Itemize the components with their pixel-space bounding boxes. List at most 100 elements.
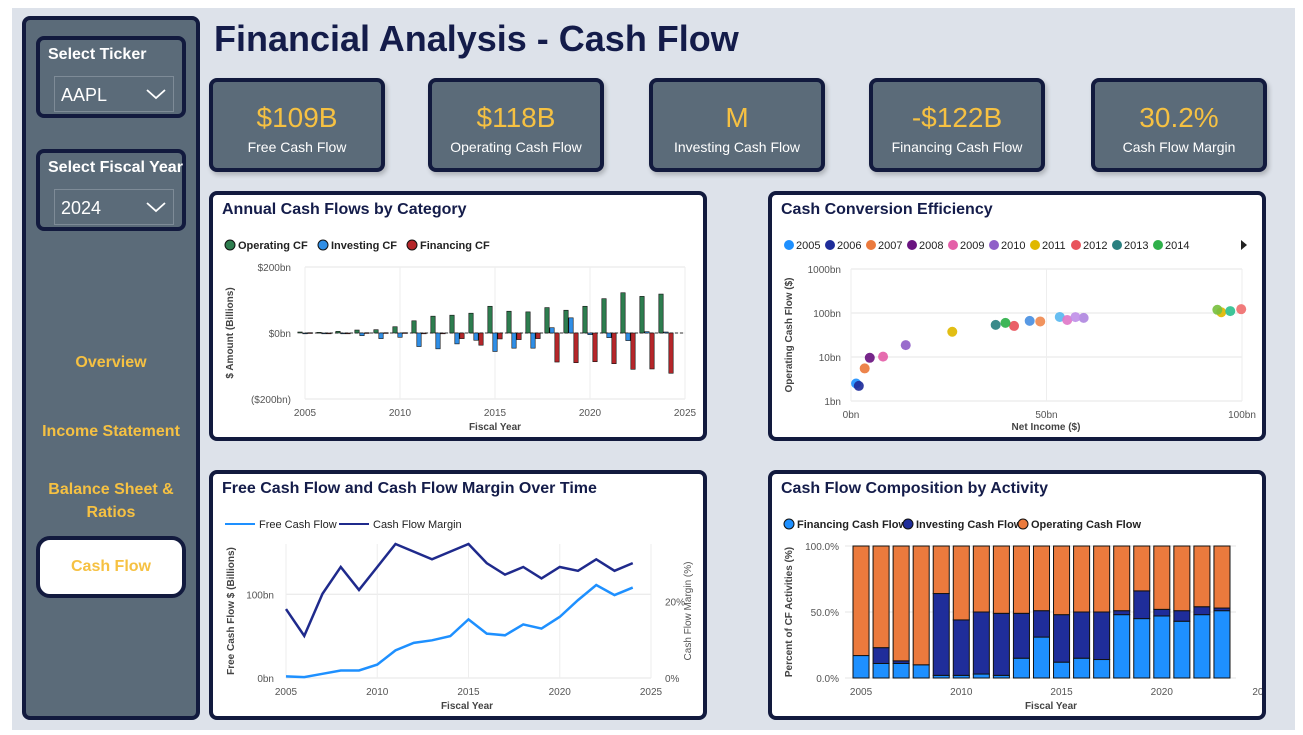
bar (478, 332, 484, 346)
x-tick-label: 2010 (389, 408, 412, 419)
legend-label: 2009 (960, 240, 984, 252)
bar (364, 332, 370, 334)
bar (544, 307, 550, 334)
y-tick-label: 0bn (257, 674, 274, 685)
y-tick-label: ($200bn) (251, 395, 291, 406)
stacked-bar-segment (1193, 614, 1211, 679)
scatter-point (1009, 320, 1020, 331)
legend-label: Financing Cash Flow (797, 519, 907, 531)
bar (487, 305, 493, 334)
bar (630, 332, 636, 370)
bar (663, 331, 669, 334)
chart-card-cf-composition[interactable]: Cash Flow Composition by Activity 0.0% 50… (768, 470, 1266, 720)
legend-swatch (948, 240, 958, 250)
stacked-bar-segment (852, 545, 870, 657)
stacked-bar-segment (872, 545, 890, 649)
stacked-bar-segment (892, 662, 910, 679)
kpi-label: Financing Cash Flow (891, 139, 1023, 155)
x-tick-label: 2015 (1050, 687, 1073, 698)
series-line-cash-flow-margin (284, 542, 634, 639)
stacked-bar-segment (1012, 545, 1030, 614)
scatter-point (1236, 304, 1247, 315)
bar (321, 332, 327, 335)
bar (468, 312, 474, 334)
x-tick-label: 20... (1252, 687, 1262, 698)
legend-swatch (825, 240, 835, 250)
x-tick-label: 2005 (294, 408, 317, 419)
stacked-bar-segment (972, 673, 990, 679)
chart-card-cash-conversion[interactable]: Cash Conversion Efficiency 1bn 10bn 100bn 1… (768, 191, 1266, 441)
fiscal-year-dropdown[interactable]: 2024 (54, 189, 174, 225)
legend-swatch (989, 240, 999, 250)
kpi-value: M (725, 102, 749, 133)
legend-swatch (1017, 518, 1029, 530)
bar (492, 332, 498, 352)
legend-label: Operating CF (238, 240, 308, 252)
bar (587, 332, 593, 335)
stacked-bar-segment (992, 612, 1010, 676)
stacked-bar-segment (1133, 590, 1151, 620)
x-tick-label: 2015 (484, 408, 507, 419)
stacked-bar-segment (972, 545, 990, 613)
x-tick-label: 2020 (579, 408, 602, 419)
legend-label: 2008 (919, 240, 943, 252)
bar (592, 332, 598, 363)
stacked-bar-segment (1073, 545, 1091, 613)
cash-conversion-chart: 1bn 10bn 100bn 1000bn 0bn 50bn 100bn 2005 2006 20… (784, 240, 1256, 433)
stacked-bar-segment (1053, 614, 1071, 663)
bar (563, 309, 569, 334)
page-title: Financial Analysis - Cash Flow (214, 18, 739, 59)
bar (554, 332, 560, 363)
kpi-free-cash-flow: $109B Free Cash Flow (209, 78, 385, 172)
nav-cash-flow[interactable]: Cash Flow (36, 536, 186, 598)
legend-swatch (224, 239, 236, 251)
stacked-bar-segment (1173, 620, 1191, 679)
bar (354, 329, 360, 334)
y-tick-label: 10bn (819, 353, 841, 364)
y-axis-label: Operating Cash Flow ($) (784, 277, 795, 392)
bar (568, 317, 574, 334)
fiscal-year-slicer: Select Fiscal Year 2024 (36, 149, 186, 231)
x-tick-label: 2010 (366, 687, 389, 698)
legend-label: Investing Cash Flow (916, 519, 1023, 531)
legend-label: 2014 (1165, 240, 1189, 252)
stacked-bar-segment (1032, 610, 1051, 638)
legend-swatch (783, 518, 795, 530)
kpi-label: Operating Cash Flow (450, 139, 582, 155)
stacked-bar-segment (1012, 612, 1030, 659)
chart-card-fcf-margin[interactable]: Free Cash Flow and Cash Flow Margin Over… (209, 470, 707, 720)
nav-overview[interactable]: Overview (26, 351, 196, 374)
scatter-point (878, 351, 889, 362)
bar (620, 292, 626, 334)
bar (644, 331, 650, 334)
legend-swatch (1153, 240, 1163, 250)
bar (340, 332, 346, 335)
ticker-slicer: Select Ticker AAPL (36, 36, 186, 118)
stacked-bar-segment (1053, 545, 1071, 616)
bar (302, 332, 308, 335)
x-tick-label: 2015 (457, 687, 480, 698)
legend-label: 2012 (1083, 240, 1107, 252)
stacked-bar-segment (952, 545, 970, 621)
ticker-dropdown[interactable]: AAPL (54, 76, 174, 112)
bar (359, 332, 365, 336)
y2-axis-label: Cash Flow Margin (%) (683, 562, 694, 661)
stacked-bar-segment (932, 593, 950, 676)
y-tick-label: 100bn (246, 590, 274, 601)
bar (473, 332, 479, 341)
nav-income-statement[interactable]: Income Statement (26, 420, 196, 443)
bar (601, 298, 607, 334)
chart-card-annual-cash-flows[interactable]: Annual Cash Flows by Category $200bn $0bn… (209, 191, 707, 441)
bar (530, 332, 536, 349)
x-tick-label: 2010 (950, 687, 973, 698)
scatter-point (990, 319, 1001, 330)
chevron-down-icon (146, 89, 166, 100)
legend-label: 2011 (1042, 240, 1066, 252)
stacked-bar-segment (1113, 614, 1131, 679)
y-tick-label: $200bn (258, 263, 291, 274)
fiscal-year-value: 2024 (61, 198, 102, 218)
nav-balance-sheet-ratios[interactable]: Balance Sheet & Ratios (26, 478, 196, 524)
bar (611, 332, 617, 364)
y-axis-label: Free Cash Flow $ (Billions) (226, 547, 237, 675)
legend-label: 2006 (837, 240, 861, 252)
